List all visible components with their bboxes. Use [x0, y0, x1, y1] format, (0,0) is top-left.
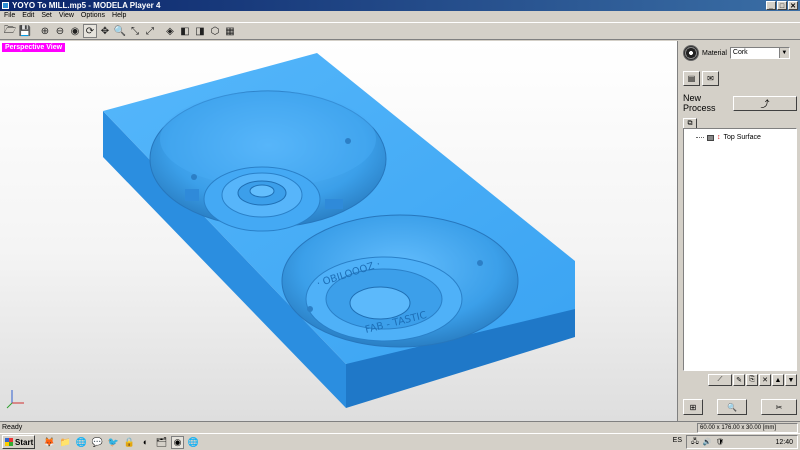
taskbar-app-icon[interactable]: ◉	[171, 435, 184, 449]
material-row: Material Cork ▼	[683, 45, 797, 61]
taskbar-app-icon[interactable]: 📁	[59, 436, 72, 449]
tab-process-tree[interactable]: ⧉	[683, 118, 697, 128]
menu-view[interactable]: View	[59, 11, 74, 21]
path-preview-button[interactable]: ⟋	[708, 374, 732, 386]
model-dimensions: 60.00 x 176.00 x 30.00 [mm]	[697, 423, 798, 433]
taskbar-app-icon[interactable]: 🔒	[123, 436, 136, 449]
taskbar-app-icon[interactable]: 🦊	[43, 436, 56, 449]
volume-icon[interactable]: 🔊	[703, 438, 712, 446]
menu-bar: File Edit Set View Options Help	[0, 11, 800, 21]
minimize-button[interactable]: _	[766, 1, 776, 10]
window-title: YOYO To MILL.mp5 - MODELA Player 4	[12, 1, 161, 10]
material-value: Cork	[732, 49, 748, 56]
grid-view-icon[interactable]: ▦	[223, 24, 237, 38]
material-icon[interactable]	[683, 45, 699, 61]
move-down-button[interactable]: ▼	[785, 374, 797, 386]
zoom-window-icon[interactable]: ⊕	[38, 24, 52, 38]
language-indicator[interactable]: ES	[673, 437, 682, 444]
move-icon[interactable]: ✥	[98, 24, 112, 38]
process-tree: ↕ Top Surface	[683, 128, 797, 371]
edit-button[interactable]: ✎	[733, 374, 745, 386]
title-bar: YOYO To MILL.mp5 - MODELA Player 4 _ □ ✕	[0, 0, 800, 11]
zoom-extents-icon[interactable]: ⤢	[143, 24, 157, 38]
start-label: Start	[15, 437, 34, 447]
tree-item-top-surface[interactable]: ↕ Top Surface	[696, 134, 761, 141]
axis-indicator-icon	[6, 390, 24, 409]
taskbar: Start 🦊 📁 🌐 💬 🐦 🔒 ◐ 🗂 ◉ 🌐 ES 🖧 🔊 🛡 12:40	[0, 433, 800, 450]
toolbar-separator	[33, 24, 37, 38]
taskbar-app-icon[interactable]: 🗂	[155, 436, 168, 449]
move-up-button[interactable]: ▲	[772, 374, 784, 386]
main-toolbar: 🗁 💾 ⊕ ⊖ ◉ ⟳ ✥ 🔍 ⤡ ⤢ ◈ ◧ ◨ ⬡ ▦	[0, 22, 800, 40]
status-bar: Ready 60.00 x 176.00 x 30.00 [mm]	[0, 421, 800, 433]
front-view-icon[interactable]: ◧	[178, 24, 192, 38]
taskbar-app-icon[interactable]: 🌐	[187, 436, 200, 449]
material-select[interactable]: Cork ▼	[729, 47, 790, 59]
envelope-icon[interactable]: ✉	[702, 71, 719, 86]
menu-set[interactable]: Set	[41, 11, 52, 21]
pan-icon[interactable]: ⊖	[53, 24, 67, 38]
process-list-icon[interactable]: ▤	[683, 71, 700, 86]
tree-item-label: Top Surface	[723, 134, 761, 141]
iso-view-icon[interactable]: ◈	[163, 24, 177, 38]
windows-logo-icon	[5, 438, 13, 446]
taskbar-app-icon[interactable]: 💬	[91, 436, 104, 449]
model-render: · OBILOOOZ · FAB - TASTIC	[103, 53, 575, 408]
chevron-down-icon[interactable]: ▼	[778, 48, 789, 58]
top-view-icon[interactable]: ⬡	[208, 24, 222, 38]
status-text: Ready	[2, 424, 23, 431]
cut-button[interactable]: ✂	[761, 399, 797, 415]
zoom-icon[interactable]: 🔍	[113, 24, 127, 38]
shield-icon[interactable]: 🛡	[716, 438, 725, 446]
taskbar-app-icon[interactable]: ◐	[139, 436, 152, 449]
preview-search-button[interactable]: 🔍	[717, 399, 747, 415]
surface-icon	[707, 134, 714, 141]
open-folder-icon[interactable]: 🗁	[3, 24, 17, 38]
fit-icon[interactable]: ⤡	[128, 24, 142, 38]
taskbar-app-icon[interactable]: 🌐	[75, 436, 88, 449]
app-icon	[2, 2, 9, 9]
new-process-button[interactable]: ⤴	[732, 95, 797, 111]
rotate-icon[interactable]: ◉	[68, 24, 82, 38]
menu-file[interactable]: File	[4, 11, 15, 21]
menu-edit[interactable]: Edit	[22, 11, 34, 21]
save-icon[interactable]: 💾	[18, 24, 32, 38]
menu-help[interactable]: Help	[112, 11, 126, 21]
material-label: Material	[702, 49, 727, 57]
view-mode-label: Perspective View	[2, 43, 66, 52]
menu-options[interactable]: Options	[81, 11, 105, 21]
clock: 12:40	[775, 438, 793, 446]
start-button[interactable]: Start	[2, 435, 35, 449]
quick-launch: 🦊 📁 🌐 💬 🐦 🔒 ◐ 🗂 ◉ 🌐	[43, 435, 200, 449]
side-view-icon[interactable]: ◨	[193, 24, 207, 38]
new-process-label: New Process	[683, 93, 716, 113]
arrow-icon: ↕	[717, 134, 721, 141]
copy-button[interactable]: ⎘	[746, 374, 758, 386]
network-icon[interactable]: 🖧	[691, 437, 699, 448]
system-tray: 🖧 🔊 🛡 12:40	[686, 435, 798, 449]
close-button[interactable]: ✕	[788, 1, 798, 10]
tool-path-icon: ⤴	[760, 98, 770, 109]
process-panel: Material Cork ▼ ▤ ✉ New Process ⤴ ⧉ ↕ To…	[680, 41, 800, 421]
app-window: YOYO To MILL.mp5 - MODELA Player 4 _ □ ✕…	[0, 0, 800, 433]
3d-viewport[interactable]: · OBILOOOZ · FAB - TASTIC Perspective Vi…	[0, 41, 678, 421]
toolbar-separator	[158, 24, 162, 38]
rotate-active-icon[interactable]: ⟳	[83, 24, 97, 38]
delete-button[interactable]: ✕	[759, 374, 771, 386]
maximize-button[interactable]: □	[777, 1, 787, 10]
add-button[interactable]: ⊞	[683, 399, 703, 415]
taskbar-app-icon[interactable]: 🐦	[107, 436, 120, 449]
